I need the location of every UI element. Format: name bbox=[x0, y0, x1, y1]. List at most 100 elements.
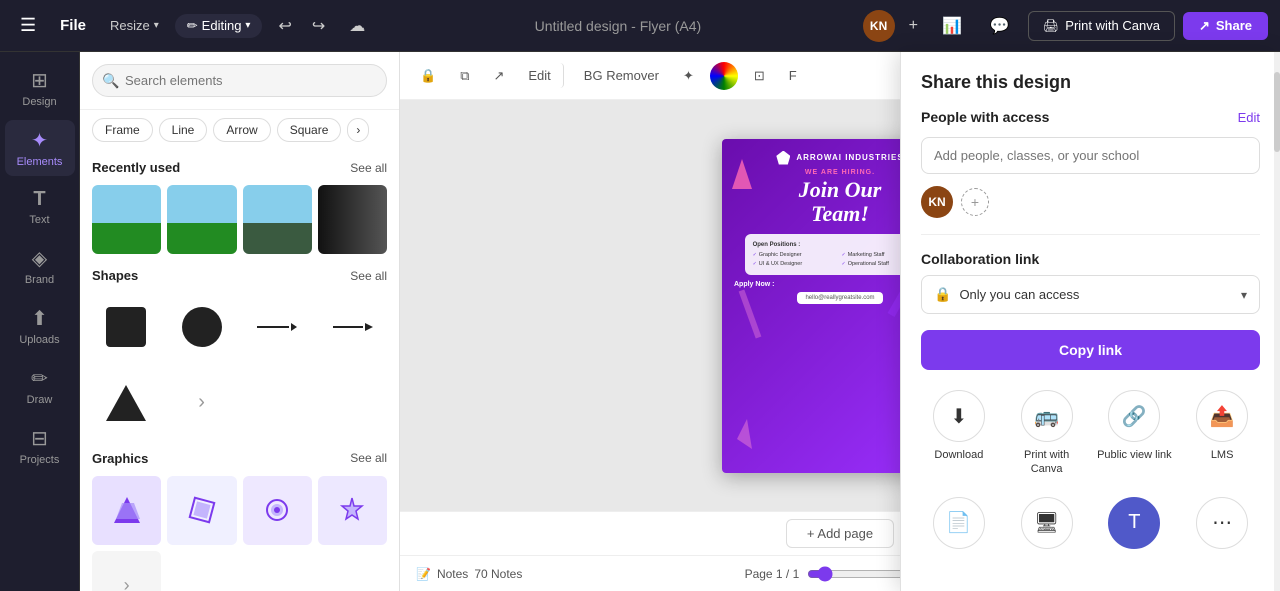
projects-icon: ⊟ bbox=[31, 426, 48, 451]
graphic-more-item[interactable]: › bbox=[92, 551, 161, 591]
lms-action[interactable]: 📤 LMS bbox=[1184, 390, 1260, 477]
sidebar-item-projects[interactable]: ⊟ Projects bbox=[5, 418, 75, 474]
more-share-action[interactable]: ⋯ bbox=[1184, 497, 1260, 549]
bg-remover-button[interactable]: BG Remover bbox=[576, 63, 667, 88]
add-user-button[interactable]: + bbox=[961, 188, 989, 216]
graphic-item-4[interactable] bbox=[318, 476, 387, 545]
filter-square[interactable]: Square bbox=[277, 118, 342, 142]
filter-tags: Frame Line Arrow Square › bbox=[80, 110, 399, 150]
position-label-3: UI & UX Designer bbox=[759, 261, 802, 267]
arrow-shape bbox=[333, 323, 373, 331]
shape-line-item[interactable] bbox=[244, 293, 312, 361]
access-option-text: Only you can access bbox=[959, 287, 1233, 302]
sidebar-item-design[interactable]: ⊞ Design bbox=[5, 60, 75, 116]
apply-label: Apply Now : bbox=[734, 281, 774, 288]
access-dropdown[interactable]: 🔒 Only you can access ▾ bbox=[921, 275, 1260, 314]
shapes-see-all[interactable]: See all bbox=[350, 269, 387, 283]
download-action[interactable]: ⬇ Download bbox=[921, 390, 997, 477]
shape-more-item[interactable]: › bbox=[168, 369, 236, 437]
graphic-item-1[interactable] bbox=[92, 476, 161, 545]
search-input[interactable] bbox=[92, 64, 387, 97]
recently-used-see-all[interactable]: See all bbox=[350, 161, 387, 175]
landscape-thumb-1 bbox=[92, 185, 161, 254]
lock-icon: 🔒 bbox=[934, 286, 951, 303]
document-title: Untitled design - Flyer (A4) bbox=[381, 18, 854, 34]
scrollbar-thumb[interactable] bbox=[1274, 72, 1280, 152]
add-collaborator-button[interactable]: + bbox=[903, 13, 924, 39]
user-row: KN + bbox=[921, 186, 1260, 218]
recent-item-1[interactable] bbox=[92, 185, 161, 254]
cloud-save-icon[interactable]: ☁ bbox=[341, 12, 373, 40]
sidebar-label-text: Text bbox=[29, 214, 49, 226]
divider-1 bbox=[921, 234, 1260, 235]
notes-label: Notes bbox=[437, 567, 468, 581]
zoom-slider[interactable] bbox=[807, 566, 907, 582]
resize-button[interactable]: Resize ▾ bbox=[102, 14, 167, 37]
edit-button[interactable]: Edit bbox=[520, 63, 563, 88]
notes-section[interactable]: 📝 Notes 70 Notes bbox=[416, 567, 522, 581]
elements-panel: 🔍 Frame Line Arrow Square › Recently use… bbox=[80, 52, 400, 591]
edit-access-link[interactable]: Edit bbox=[1238, 110, 1260, 125]
shape-square-item[interactable] bbox=[92, 293, 160, 361]
share-title: Share this design bbox=[921, 72, 1260, 93]
recent-item-3[interactable] bbox=[243, 185, 312, 254]
resize-chevron-icon: ▾ bbox=[154, 20, 159, 31]
menu-icon[interactable]: ☰ bbox=[12, 11, 44, 40]
sidebar-label-uploads: Uploads bbox=[19, 334, 59, 346]
redo-button[interactable]: ↪ bbox=[304, 12, 333, 40]
dropdown-chevron-icon: ▾ bbox=[1241, 288, 1247, 302]
teams-action[interactable]: T bbox=[1097, 497, 1173, 549]
sidebar-item-uploads[interactable]: ⬆ Uploads bbox=[5, 298, 75, 354]
avatar[interactable]: KN bbox=[863, 10, 895, 42]
sidebar-item-text[interactable]: T Text bbox=[5, 180, 75, 234]
search-section: 🔍 bbox=[80, 52, 399, 110]
analytics-icon[interactable]: 📊 bbox=[932, 10, 972, 42]
print-canva-action[interactable]: 🚌 Print with Canva bbox=[1009, 390, 1085, 477]
flyer-title-line1: Join Our bbox=[799, 177, 882, 202]
undo-button[interactable]: ↩ bbox=[270, 12, 299, 40]
circle-shape bbox=[182, 307, 222, 347]
sidebar-item-brand[interactable]: ◈ Brand bbox=[5, 238, 75, 294]
filter-more-button[interactable]: › bbox=[347, 118, 369, 142]
public-view-action[interactable]: 🔗 Public view link bbox=[1097, 390, 1173, 477]
copy-link-button[interactable]: Copy link bbox=[921, 330, 1260, 370]
position-button[interactable]: ↗ bbox=[485, 63, 512, 89]
graphics-header: Graphics See all bbox=[80, 441, 399, 472]
position-label-4: Operational Staff bbox=[848, 261, 889, 267]
share-button[interactable]: ↗ Share bbox=[1183, 12, 1268, 40]
square-shape bbox=[106, 307, 146, 347]
graphic-item-2[interactable] bbox=[167, 476, 236, 545]
graphic-item-3[interactable] bbox=[243, 476, 312, 545]
filter-line[interactable]: Line bbox=[159, 118, 208, 142]
check-icon-4: ✓ bbox=[841, 261, 845, 267]
effects-button[interactable]: F bbox=[781, 63, 805, 88]
filter-arrow[interactable]: Arrow bbox=[213, 118, 270, 142]
present-action[interactable]: 🖥 bbox=[1009, 497, 1085, 549]
bg-remover-icon[interactable]: ✦ bbox=[675, 63, 702, 89]
color-picker-button[interactable] bbox=[710, 62, 738, 90]
public-view-icon: 🔗 bbox=[1108, 390, 1160, 442]
add-page-button[interactable]: + Add page bbox=[786, 519, 894, 548]
check-icon-1: ✓ bbox=[753, 252, 757, 258]
add-people-input[interactable] bbox=[921, 137, 1260, 174]
graphics-see-all[interactable]: See all bbox=[350, 451, 387, 465]
page-info: Page 1 / 1 bbox=[745, 567, 800, 581]
filter-frame[interactable]: Frame bbox=[92, 118, 153, 142]
doc-action[interactable]: 📄 bbox=[921, 497, 997, 549]
recent-item-4[interactable] bbox=[318, 185, 387, 254]
notes-icon: 📝 bbox=[416, 567, 431, 581]
shape-arrow-item[interactable] bbox=[319, 293, 387, 361]
lock-button[interactable]: 🔒 bbox=[412, 63, 444, 89]
file-menu[interactable]: File bbox=[52, 13, 94, 38]
comments-icon[interactable]: 💬 bbox=[980, 10, 1020, 42]
sidebar-item-elements[interactable]: ✦ Elements bbox=[5, 120, 75, 176]
shape-triangle-item[interactable] bbox=[92, 369, 160, 437]
editing-mode-button[interactable]: ✏ Editing ▾ bbox=[175, 14, 263, 38]
recent-item-2[interactable] bbox=[167, 185, 236, 254]
crop-button[interactable]: ⊡ bbox=[746, 63, 773, 89]
position-1: ✓ Graphic Designer bbox=[753, 252, 839, 258]
print-canva-button[interactable]: 🖨 Print with Canva bbox=[1028, 11, 1175, 41]
shape-circle-item[interactable] bbox=[168, 293, 236, 361]
sidebar-item-draw[interactable]: ✏ Draw bbox=[5, 358, 75, 414]
duplicate-button[interactable]: ⧉ bbox=[452, 63, 477, 89]
